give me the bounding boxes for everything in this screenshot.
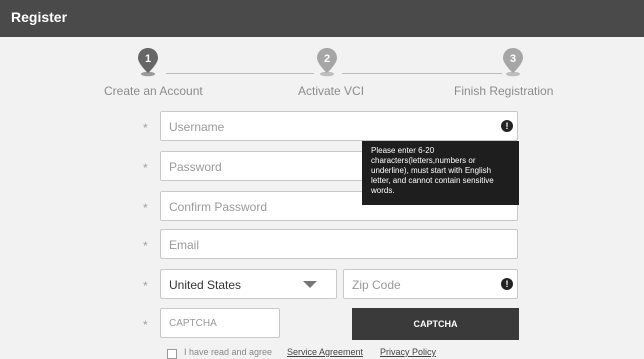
- username-input[interactable]: Username !: [160, 111, 518, 141]
- zip-code-placeholder: Zip Code: [352, 278, 401, 292]
- agree-checkbox[interactable]: [167, 349, 177, 359]
- service-agreement-link[interactable]: Service Agreement: [287, 347, 363, 357]
- step-3-pin-icon: 3: [502, 47, 524, 77]
- username-tooltip: Please enter 6-20 characters(letters,num…: [362, 141, 519, 205]
- required-marker: *: [143, 201, 148, 215]
- agreement-text: I have read and agree: [184, 347, 273, 357]
- email-input[interactable]: Email: [160, 229, 518, 259]
- required-marker: *: [143, 279, 148, 293]
- required-marker: *: [143, 239, 148, 253]
- svg-text:3: 3: [510, 53, 516, 65]
- step-1-pin-icon: 1: [137, 47, 159, 77]
- step-connector: [342, 73, 502, 74]
- email-placeholder: Email: [169, 238, 200, 252]
- privacy-policy-link[interactable]: Privacy Policy: [380, 347, 436, 357]
- window-title: Register: [11, 9, 68, 25]
- step-3-label: Finish Registration: [454, 84, 554, 98]
- username-placeholder: Username: [169, 120, 225, 134]
- required-marker: *: [143, 318, 148, 332]
- captcha-placeholder: CAPTCHA: [169, 318, 217, 329]
- title-bar: Register: [0, 0, 644, 37]
- svg-text:1: 1: [145, 53, 151, 65]
- username-alert-icon[interactable]: !: [501, 120, 513, 132]
- required-marker: *: [143, 161, 148, 175]
- password-placeholder: Password: [169, 160, 222, 174]
- captcha-button[interactable]: CAPTCHA: [352, 308, 519, 340]
- country-select[interactable]: United States: [160, 269, 337, 299]
- step-1-label: Create an Account: [104, 84, 203, 98]
- confirm-password-placeholder: Confirm Password: [169, 200, 268, 214]
- zip-alert-icon[interactable]: !: [501, 278, 513, 290]
- required-marker: *: [143, 121, 148, 135]
- country-value: United States: [169, 278, 242, 292]
- captcha-input[interactable]: CAPTCHA: [160, 308, 280, 338]
- step-2-label: Activate VCI: [298, 84, 365, 98]
- zip-code-input[interactable]: Zip Code !: [343, 269, 518, 299]
- svg-text:2: 2: [324, 53, 330, 65]
- step-2-pin-icon: 2: [316, 47, 338, 77]
- caret-down-icon: [303, 281, 317, 288]
- step-connector: [166, 73, 314, 74]
